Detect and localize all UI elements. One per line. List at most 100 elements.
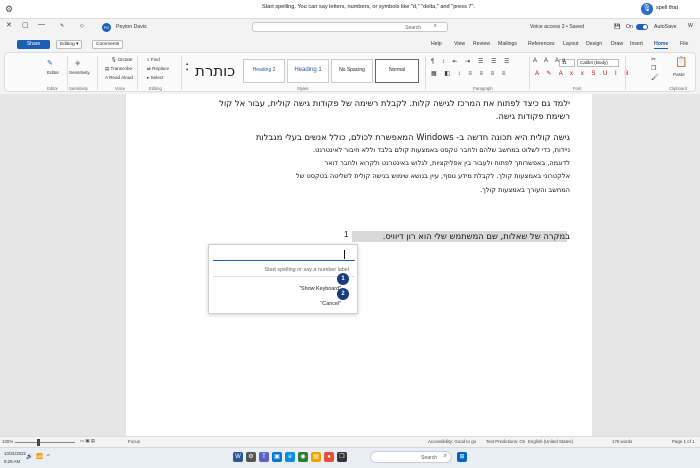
language-status[interactable]: English (United States): [528, 439, 573, 444]
editor-button[interactable]: Editor: [47, 70, 59, 75]
tab-home[interactable]: Home: [654, 41, 669, 49]
user-name[interactable]: Peyton Davis: [116, 24, 147, 30]
style-normal[interactable]: Normal: [375, 59, 419, 83]
minimize-icon[interactable]: —: [38, 21, 45, 28]
file-explorer-icon[interactable]: ▤: [311, 452, 321, 462]
style-no-spacing[interactable]: No Spacing: [331, 59, 373, 83]
tab-design[interactable]: Design: [586, 41, 602, 47]
doc-line[interactable]: לדוגמה, באפשרותך לפתוח ולעבור בין אפליקצ…: [324, 159, 570, 167]
diamond-icon[interactable]: ◇: [80, 23, 84, 29]
doc-line[interactable]: ניידות, כדי לשלוט במחשב שלהם ולחבר טקסט …: [313, 146, 570, 154]
settings-taskbar-icon[interactable]: ⚙: [246, 452, 256, 462]
clipboard-icon[interactable]: 📋: [675, 57, 687, 68]
transcribe-label: Transcribe: [110, 66, 133, 71]
teams-taskbar-icon[interactable]: T: [259, 452, 269, 462]
show-keyboard-option[interactable]: "Show Keyboard": [299, 286, 341, 292]
zoom-slider-thumb[interactable]: [37, 439, 40, 446]
editor-group-label: Editor: [47, 86, 58, 91]
autosave-toggle[interactable]: [636, 24, 648, 30]
paste-button[interactable]: Paste: [673, 72, 685, 77]
tab-file[interactable]: File: [680, 41, 688, 47]
clock-date[interactable]: 10/31/2022: [4, 451, 26, 456]
store-taskbar-icon[interactable]: ▣: [272, 452, 282, 462]
sensitivity-icon[interactable]: ◈: [75, 59, 80, 67]
style-title[interactable]: כותרת: [195, 62, 235, 80]
format-painter-icon[interactable]: 🖌: [651, 74, 659, 81]
paragraph-list-buttons[interactable]: ¶ ↕ ⇤ ⇥ ☰ ☰ ☰: [431, 58, 512, 65]
share-button[interactable]: Share: [17, 40, 50, 49]
tab-view[interactable]: View: [454, 41, 465, 47]
doc-line[interactable]: רשימת פקודות גישה.: [496, 111, 570, 121]
share-label: Share: [26, 41, 41, 47]
replace-button[interactable]: ⇄ Replace: [147, 66, 169, 72]
wifi-icon[interactable]: 📶: [36, 454, 43, 460]
app-taskbar-icon[interactable]: ◉: [298, 452, 308, 462]
clock-time[interactable]: 9:28 AM: [4, 459, 20, 464]
copy-icon[interactable]: ❐: [651, 65, 656, 72]
maximize-icon[interactable]: ▢: [22, 21, 29, 29]
font-format-buttons[interactable]: A ✎ A x x S U I B: [535, 70, 631, 77]
tab-mailings[interactable]: Mailings: [498, 41, 517, 47]
microphone-icon[interactable]: 🎙: [641, 3, 653, 15]
document-title[interactable]: Voice access 2 • Saved: [530, 24, 584, 30]
search-input[interactable]: Search ⌕: [252, 22, 448, 32]
cut-icon[interactable]: ✂: [651, 56, 656, 63]
volume-icon[interactable]: 🔊: [26, 454, 33, 460]
editor-icon[interactable]: ✎: [47, 59, 53, 67]
number-badge-2[interactable]: 2: [337, 288, 349, 300]
chevron-up-icon[interactable]: ^: [47, 454, 50, 460]
gear-icon[interactable]: ⚙: [5, 4, 15, 14]
focus-button[interactable]: Focus: [128, 439, 140, 444]
zoom-level[interactable]: 100%: [2, 439, 13, 444]
styles-scroll-arrows[interactable]: ▴ ▾: [186, 61, 188, 73]
number-badge-1[interactable]: 1: [337, 273, 349, 285]
paragraph-align-buttons[interactable]: ▦ ◧ ↕ ≡ ≡ ≡ ≡: [431, 70, 508, 77]
start-icon[interactable]: ⊞: [457, 452, 467, 462]
save-icon[interactable]: 💾: [614, 24, 620, 30]
taskbar-search[interactable]: Search ⌕: [370, 451, 452, 463]
app-taskbar-icon[interactable]: ●: [324, 452, 334, 462]
tab-references[interactable]: References: [528, 41, 555, 47]
accessibility-status[interactable]: Accessibility: Good to go: [428, 439, 476, 444]
text-predictions-status[interactable]: Text Predictions: On: [486, 439, 525, 444]
tab-insert[interactable]: Insert: [630, 41, 643, 47]
task-view-icon[interactable]: ❐: [337, 452, 347, 462]
pen-icon[interactable]: ✎: [60, 23, 64, 29]
doc-line[interactable]: גישה קולית היא תכונה חדשה ב- Windows המא…: [256, 132, 570, 142]
word-taskbar-icon[interactable]: W: [233, 452, 243, 462]
doc-line[interactable]: ילמד גם כיצד לפתוח את המרכז לגישה קלות. …: [219, 98, 570, 108]
transcribe-button[interactable]: ▤ Transcribe: [105, 66, 132, 72]
font-group-label: Font: [573, 86, 582, 91]
edge-taskbar-icon[interactable]: e: [285, 452, 295, 462]
comments-button[interactable]: Comments: [92, 40, 124, 49]
font-name-select[interactable]: Calibri (Body): [577, 59, 619, 67]
editing-mode-button[interactable]: Editing ▾: [56, 40, 83, 49]
tab-help[interactable]: Help: [431, 41, 442, 47]
style-heading-1[interactable]: Heading 1: [287, 59, 329, 83]
close-icon[interactable]: ✕: [6, 21, 12, 29]
tab-review[interactable]: Review: [473, 41, 490, 47]
dictate-button[interactable]: 🎙 Dictate: [111, 57, 132, 63]
spelling-input[interactable]: [213, 249, 355, 261]
find-button[interactable]: ⌕ Find: [147, 57, 160, 62]
word-count[interactable]: 176 words: [612, 439, 632, 444]
selected-line[interactable]: במקרה של שאלות, שם המשתמש שלי הוא רון די…: [383, 231, 570, 241]
sensitivity-button[interactable]: Sensitivity: [69, 70, 90, 75]
tab-layout[interactable]: Layout: [563, 41, 579, 47]
style-heading-2[interactable]: Heading 2: [243, 59, 285, 83]
select-button[interactable]: ▸ Select: [147, 75, 163, 81]
taskbar: [0, 447, 700, 468]
ribbon-separator: [97, 56, 98, 90]
avatar[interactable]: PD: [102, 23, 111, 32]
font-grow-buttons[interactable]: A A Aa: [533, 58, 568, 64]
font-name-value: Calibri (Body): [580, 60, 608, 65]
cancel-option[interactable]: "Cancel": [320, 301, 341, 307]
read-aloud-button[interactable]: A Read Aloud: [105, 75, 133, 80]
tab-draw[interactable]: Draw: [611, 41, 623, 47]
doc-line[interactable]: אלקטרוני באמצעות קולך. לקבלת מידע נוסף, …: [296, 172, 570, 180]
zoom-slider[interactable]: [15, 442, 75, 443]
doc-line[interactable]: המחשב והעורך באמצעות קולך.: [480, 186, 570, 194]
page-count[interactable]: Page 1 of 1: [672, 439, 694, 444]
web-layout-icon[interactable]: ▭ ▣ ▤: [80, 438, 95, 444]
editing-group-label: Editing: [149, 86, 162, 91]
